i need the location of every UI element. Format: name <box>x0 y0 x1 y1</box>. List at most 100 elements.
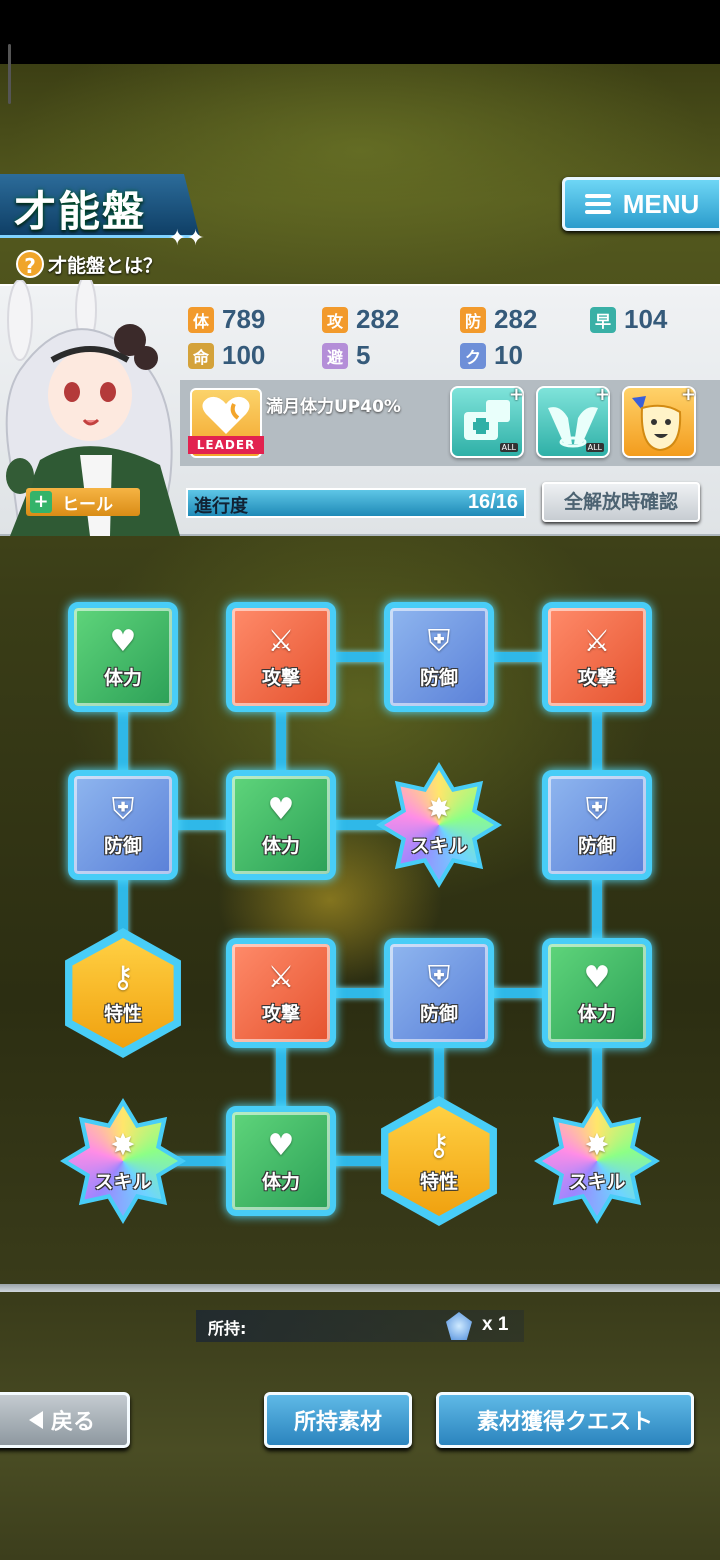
shield-icon: ⛨ <box>111 791 135 827</box>
talent-node[interactable]: ⚷ 特性 <box>65 928 181 1058</box>
talent-grid: ♥ 体力 ⚔ 攻撃 ⛨ 防御 ⚔ 攻撃 ⛨ 防御 ♥ 体力 ✸ スキル ⛨ 防御 ⚷ 特性 ⚔ 攻撃 ⛨ 防御 ♥ 体力 ✸ スキ… <box>0 540 720 1288</box>
burst-icon: ✸ <box>110 1127 136 1163</box>
stat-item: 避5 <box>322 340 370 371</box>
stat-icon: 防 <box>460 306 486 333</box>
skill-slot-1[interactable]: + ALL <box>450 384 524 458</box>
skill-slot-2[interactable]: + ALL <box>536 384 610 458</box>
sword-icon: ⚔ <box>267 959 295 995</box>
progress-label: 進行度 <box>194 496 248 517</box>
owned-count: x 1 <box>482 1314 509 1335</box>
connector-line <box>276 1038 286 1116</box>
help-text: 才能盤とは？ <box>48 254 163 277</box>
heart-icon: ♥ <box>109 623 137 659</box>
talent-node[interactable]: ✸ スキル <box>376 762 502 888</box>
stat-item: 体 789 <box>188 304 265 335</box>
stat-value: 789 <box>222 304 266 334</box>
node-face: ⛨ 防御 <box>542 770 652 880</box>
stat-value: 10 <box>494 340 523 370</box>
node-label: 体力 <box>261 1170 300 1193</box>
talent-node[interactable]: ⚔ 攻撃 <box>226 938 336 1048</box>
heal-cross-icon: + <box>30 491 52 513</box>
node-label: スキル <box>410 834 468 857</box>
node-label: 攻撃 <box>577 666 616 689</box>
divider <box>0 1284 720 1292</box>
node-label: 特性 <box>103 1002 142 1025</box>
node-face: ✸ スキル <box>68 1106 178 1216</box>
talent-node[interactable]: ⚔ 攻撃 <box>542 602 652 712</box>
heart-icon: ♥ <box>267 1127 295 1163</box>
connector-line <box>276 702 286 780</box>
talent-node[interactable]: ♥ 体力 <box>542 938 652 1048</box>
stat-icon: 体 <box>188 306 214 333</box>
stat-item: 防 282 <box>460 304 537 335</box>
shield-icon: ⛨ <box>427 623 451 659</box>
sword-icon: ⚔ <box>583 623 611 659</box>
skill-badge: ALL <box>499 443 518 452</box>
crystal-icon <box>446 1312 472 1340</box>
owned-label: 所持: <box>208 1319 247 1338</box>
node-label: スキル <box>568 1170 626 1193</box>
help-link[interactable]: ? 才能盤とは？ <box>16 250 162 278</box>
stat-icon: 避 <box>322 342 348 369</box>
skill-badge: ALL <box>585 443 604 452</box>
stat-icon: ク <box>460 342 486 369</box>
leader-tag: LEADER <box>188 436 264 454</box>
node-label: 体力 <box>103 666 142 689</box>
hamburger-icon <box>584 194 611 214</box>
node-face: ⚔ 攻撃 <box>226 602 336 712</box>
talent-node[interactable]: ⛨ 防御 <box>68 770 178 880</box>
heart-moon-icon <box>202 396 250 434</box>
scroll-indicator <box>8 44 11 104</box>
plus-icon: + <box>594 384 610 405</box>
talent-node[interactable]: ⛨ 防御 <box>542 770 652 880</box>
skill-slot-3[interactable]: + <box>622 384 696 458</box>
back-label: 戻る <box>50 1410 95 1435</box>
stat-item: 早 104 <box>590 304 667 335</box>
talent-node[interactable]: ⛨ 防御 <box>384 938 494 1048</box>
talent-node[interactable]: ⚷ 特性 <box>381 1096 497 1226</box>
talent-node[interactable]: ♥ 体力 <box>226 770 336 880</box>
role-badge: + ヒール <box>26 488 140 516</box>
talent-node[interactable]: ⛨ 防御 <box>384 602 494 712</box>
stat-icon: 攻 <box>322 306 348 333</box>
node-face: ⛨ 防御 <box>68 770 178 880</box>
stat-item: ク 10 <box>460 340 523 371</box>
status-bar <box>0 0 720 64</box>
talent-node[interactable]: ♥ 体力 <box>226 1106 336 1216</box>
node-label: 体力 <box>261 834 300 857</box>
node-label: 攻撃 <box>261 666 300 689</box>
node-face: ⛨ 防御 <box>384 602 494 712</box>
node-face: ✸ スキル <box>384 770 494 880</box>
stat-value: 100 <box>222 340 266 370</box>
heart-icon: ♥ <box>267 791 295 827</box>
stat-icon: 命 <box>188 342 214 369</box>
stat-icon: 早 <box>590 306 616 333</box>
confirm-all-unlock-button[interactable]: 全解放時確認 <box>542 482 700 522</box>
keyhole-icon: ⚷ <box>428 1127 450 1163</box>
stat-item: 命 100 <box>188 340 265 371</box>
connector-line <box>592 702 602 780</box>
heart-icon: ♥ <box>583 959 611 995</box>
talent-node[interactable]: ✸ スキル <box>534 1098 660 1224</box>
talent-node[interactable]: ♥ 体力 <box>68 602 178 712</box>
sword-icon: ⚔ <box>267 623 295 659</box>
node-face: ♥ 体力 <box>226 770 336 880</box>
node-label: 攻撃 <box>261 1002 300 1025</box>
leader-skill-text: 満月体力UP40% <box>266 397 401 417</box>
node-label: 防御 <box>103 834 142 857</box>
material-quest-button[interactable]: 素材獲得クエスト <box>436 1392 694 1448</box>
menu-button[interactable]: MENU <box>562 177 720 231</box>
back-button[interactable]: 戻る <box>0 1392 130 1448</box>
node-face: ⛨ 防御 <box>384 938 494 1048</box>
talent-board-screen: 才能盤 ✦✦ ? 才能盤とは？ MENU 体 789 攻 282 防 282 早… <box>0 0 720 1560</box>
connector-line <box>592 870 602 948</box>
owned-materials-button[interactable]: 所持素材 <box>264 1392 412 1448</box>
node-label: スキル <box>94 1170 152 1193</box>
page-title: 才能盤 <box>14 187 147 236</box>
role-label: ヒール <box>62 494 113 515</box>
talent-node[interactable]: ✸ スキル <box>60 1098 186 1224</box>
sparkle-icon: ✦✦ <box>168 226 205 251</box>
connector-line <box>118 702 128 780</box>
stat-value: 5 <box>356 340 371 370</box>
talent-node[interactable]: ⚔ 攻撃 <box>226 602 336 712</box>
